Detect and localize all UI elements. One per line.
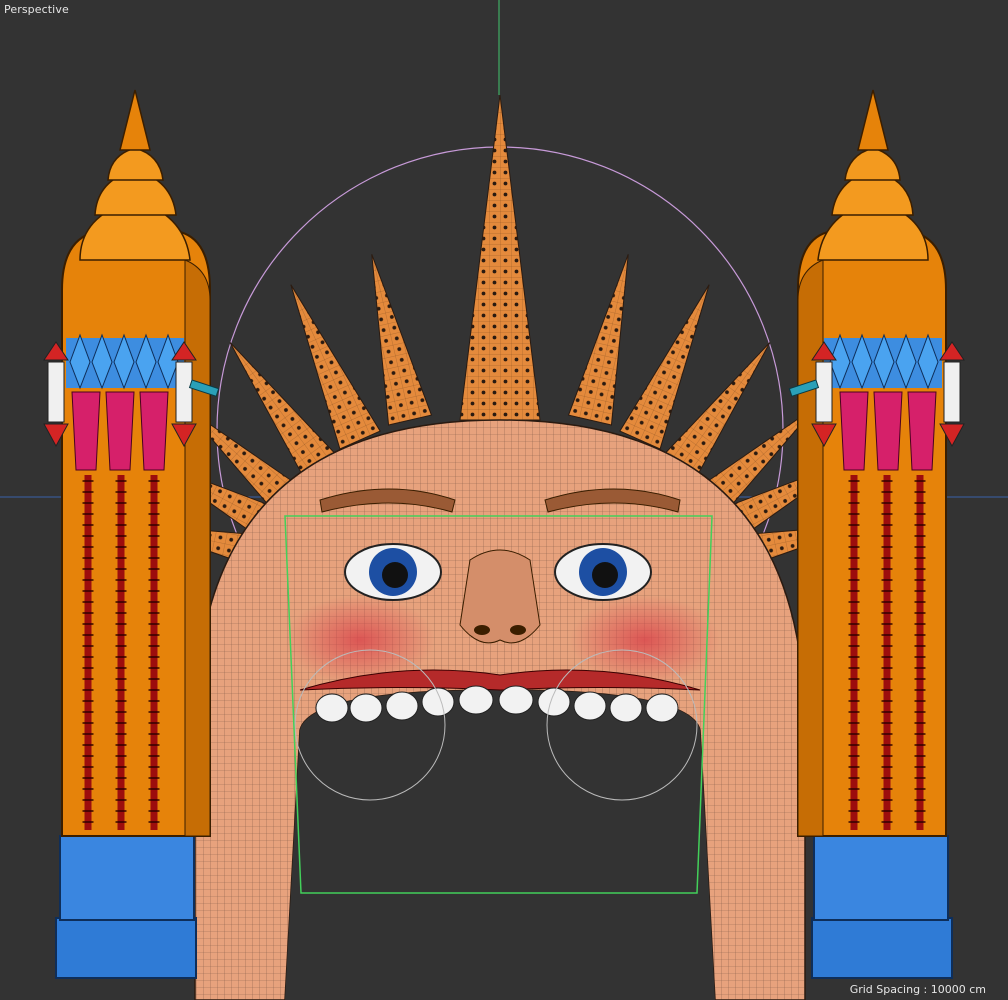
left-eye — [344, 543, 442, 601]
3d-viewport[interactable]: Perspective Grid Spacing : 10000 cm — [0, 0, 1008, 1000]
arch-head[interactable] — [194, 419, 806, 1000]
viewport-name-label[interactable]: Perspective — [4, 3, 69, 16]
left-tower[interactable] — [44, 90, 219, 978]
grid-spacing-label: Grid Spacing : 10000 cm — [849, 983, 986, 996]
right-eye — [554, 543, 652, 601]
nose — [459, 549, 541, 644]
viewport-canvas[interactable] — [0, 0, 1008, 1000]
right-tower[interactable] — [789, 90, 964, 978]
